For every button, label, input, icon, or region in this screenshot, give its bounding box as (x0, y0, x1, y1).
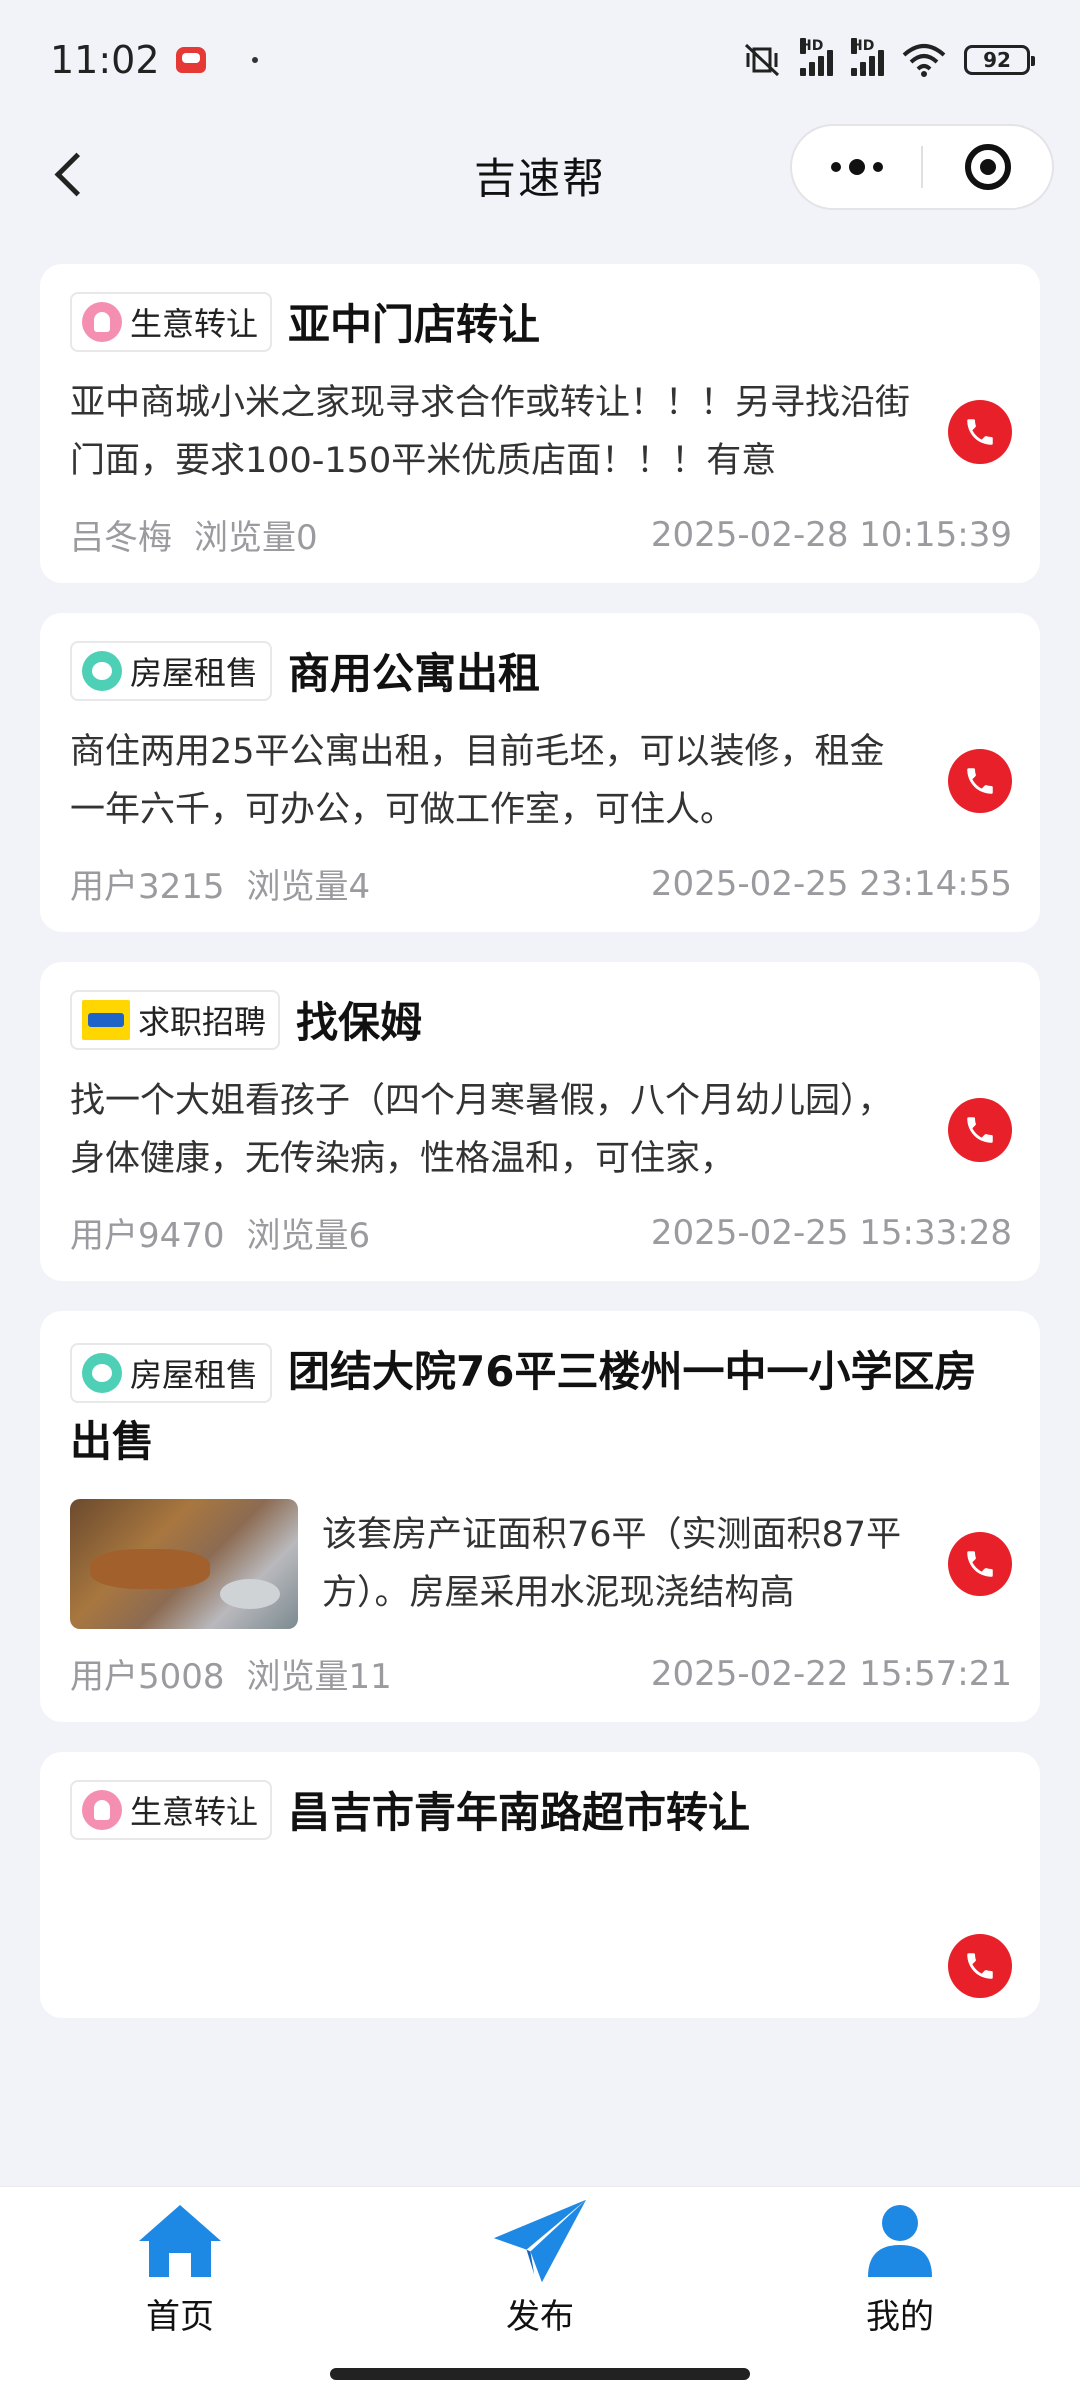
status-left: 11:02 (50, 38, 258, 82)
nav-bar: 吉速帮 (0, 120, 1080, 230)
phone-icon (967, 1551, 993, 1577)
post-header: 生意转让 昌吉市青年南路超市转让 (70, 1778, 1012, 1848)
post-title: 亚中门店转让 (288, 300, 541, 349)
call-button[interactable] (948, 1532, 1012, 1596)
house-rental-icon (82, 1353, 122, 1393)
notification-app-icon (175, 47, 206, 73)
tab-profile-label: 我的 (866, 2297, 934, 2337)
post-header: 求职招聘 找保姆 (70, 988, 1012, 1058)
back-button[interactable] (40, 144, 100, 204)
post-title: 找保姆 (296, 998, 423, 1047)
target-icon (964, 144, 1011, 190)
category-label: 房屋租售 (130, 1356, 259, 1394)
home-indicator[interactable] (330, 2368, 750, 2380)
post-list: 生意转让 亚中门店转让 亚中商城小米之家现寻求合作或转让！！！另寻找沿街门面，要… (40, 264, 1040, 2048)
category-tag: 生意转让 (70, 1780, 273, 1840)
post-title: 商用公寓出租 (288, 649, 541, 698)
post-body (70, 1848, 1012, 1998)
post-meta: 用户3215 浏览量4 2025-02-25 23:14:55 (70, 859, 1012, 908)
signal-2-hd-label: HD (851, 38, 875, 54)
post-date: 2025-02-22 15:57:21 (650, 1653, 1012, 1694)
phone-icon (967, 1117, 993, 1143)
more-options-button[interactable] (792, 159, 921, 175)
post-header: 房屋租售 团结大院76平三楼州一中一小学区房出售 (70, 1337, 1012, 1477)
wifi-icon (902, 44, 946, 77)
call-button[interactable] (948, 749, 1012, 813)
tab-home[interactable]: 首页 (70, 2199, 290, 2400)
post-description: 商住两用25平公寓出租，目前毛坯，可以装修，租金一年六千，可办公，可做工作室，可… (70, 732, 885, 830)
post-author: 用户9470 (70, 1216, 225, 1256)
category-tag: 生意转让 (70, 292, 273, 352)
post-description: 该套房产证面积76平（实测面积87平方）。房屋采用水泥现浇结构高 (322, 1515, 902, 1613)
more-dot-icon (872, 162, 883, 172)
post-description: 亚中商城小米之家现寻求合作或转让！！！另寻找沿街门面，要求100-150平米优质… (70, 383, 911, 481)
post-title: 昌吉市青年南路超市转让 (288, 1788, 751, 1837)
status-time: 11:02 (50, 38, 160, 82)
phone-icon (967, 419, 993, 445)
post-card[interactable]: 生意转让 昌吉市青年南路超市转让 (40, 1752, 1040, 2018)
call-button[interactable] (948, 400, 1012, 464)
more-dot-icon (848, 159, 865, 175)
call-button[interactable] (948, 1098, 1012, 1162)
tab-profile[interactable]: 我的 (790, 2199, 1010, 2400)
post-description: 找一个大姐看孩子（四个月寒暑假，八个月幼儿园），身体健康，无传染病，性格温和，可… (70, 1081, 893, 1179)
category-label: 求职招聘 (138, 1003, 267, 1041)
post-thumbnail[interactable] (70, 1499, 298, 1629)
post-meta: 吕冬梅 浏览量0 2025-02-28 10:15:39 (70, 510, 1012, 559)
category-label: 房屋租售 (130, 654, 259, 692)
post-views: 浏览量6 (246, 1216, 371, 1256)
category-tag: 房屋租售 (70, 641, 273, 701)
post-card[interactable]: 求职招聘 找保姆 找一个大姐看孩子（四个月寒暑假，八个月幼儿园），身体健康，无传… (40, 962, 1040, 1281)
jobs-icon (82, 1000, 130, 1040)
post-body: 亚中商城小米之家现寻求合作或转让！！！另寻找沿街门面，要求100-150平米优质… (70, 374, 1012, 490)
house-rental-icon (82, 651, 122, 691)
post-views: 浏览量0 (194, 518, 318, 558)
call-button[interactable] (948, 1934, 1012, 1998)
user-icon (852, 2199, 948, 2283)
battery-level: 92 (983, 48, 1011, 72)
post-body: 该套房产证面积76平（实测面积87平方）。房屋采用水泥现浇结构高 (70, 1499, 1012, 1629)
category-label: 生意转让 (130, 1793, 259, 1831)
post-meta: 用户5008 浏览量11 2025-02-22 15:57:21 (70, 1649, 1012, 1698)
notification-dot-icon (251, 57, 258, 63)
home-icon (132, 2199, 228, 2283)
post-meta: 用户9470 浏览量6 2025-02-25 15:33:28 (70, 1208, 1012, 1257)
signal-1-hd-label: HD (800, 38, 824, 54)
post-header: 生意转让 亚中门店转让 (70, 290, 1012, 360)
phone-icon (967, 768, 993, 794)
post-author: 用户3215 (70, 867, 225, 907)
business-transfer-icon (82, 1790, 122, 1830)
post-views: 浏览量11 (246, 1657, 392, 1697)
status-bar: 11:02 HD HD 92 (0, 0, 1080, 120)
category-tag: 求职招聘 (70, 990, 281, 1050)
send-icon (492, 2199, 588, 2283)
post-views: 浏览量4 (246, 867, 371, 907)
tab-publish-label: 发布 (506, 2297, 574, 2337)
business-transfer-icon (82, 302, 122, 342)
post-date: 2025-02-25 15:33:28 (650, 1212, 1012, 1253)
signal-1-icon: HD (800, 38, 833, 76)
post-card[interactable]: 房屋租售 商用公寓出租 商住两用25平公寓出租，目前毛坯，可以装修，租金一年六千… (40, 613, 1040, 932)
signal-2-icon: HD (851, 38, 884, 76)
post-date: 2025-02-25 23:14:55 (650, 863, 1012, 904)
battery-icon: 92 (964, 45, 1035, 75)
post-card[interactable]: 房屋租售 团结大院76平三楼州一中一小学区房出售 该套房产证面积76平（实测面积… (40, 1311, 1040, 1722)
phone-icon (967, 1953, 993, 1979)
post-date: 2025-02-28 10:15:39 (650, 514, 1012, 555)
post-header: 房屋租售 商用公寓出租 (70, 639, 1012, 709)
category-label: 生意转让 (130, 305, 259, 343)
miniprogram-capsule (790, 124, 1054, 210)
post-body: 商住两用25平公寓出租，目前毛坯，可以装修，租金一年六千，可办公，可做工作室，可… (70, 723, 1012, 839)
vibrate-mute-icon (744, 43, 780, 77)
page-title: 吉速帮 (473, 153, 606, 203)
post-author: 吕冬梅 (70, 518, 172, 558)
post-card[interactable]: 生意转让 亚中门店转让 亚中商城小米之家现寻求合作或转让！！！另寻找沿街门面，要… (40, 264, 1040, 583)
category-tag: 房屋租售 (70, 1343, 273, 1403)
tab-home-label: 首页 (146, 2297, 214, 2337)
post-body: 找一个大姐看孩子（四个月寒暑假，八个月幼儿园），身体健康，无传染病，性格温和，可… (70, 1072, 1012, 1188)
post-author: 用户5008 (70, 1657, 225, 1697)
more-dot-icon (830, 162, 841, 172)
close-miniprogram-button[interactable] (923, 144, 1052, 190)
status-right: HD HD 92 (742, 38, 1035, 77)
